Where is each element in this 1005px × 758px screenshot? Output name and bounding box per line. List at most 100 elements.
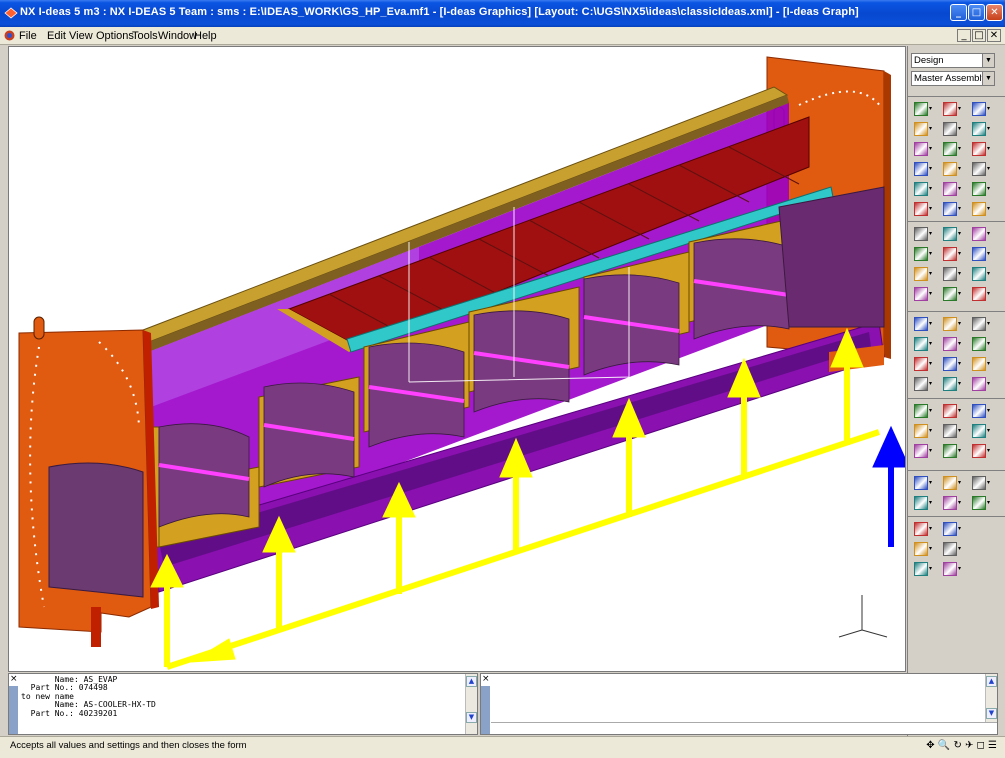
flyout-arrow-icon[interactable]: ▾: [929, 202, 934, 216]
view-control-icons[interactable]: ✥ 🔍 ↻ ✈ ◻ ☰: [926, 740, 997, 751]
flyout-arrow-icon[interactable]: ▾: [958, 542, 963, 556]
tool-button-icon[interactable]: [943, 377, 957, 391]
minimize-button[interactable]: _: [950, 4, 967, 21]
flyout-arrow-icon[interactable]: ▾: [958, 102, 963, 116]
flyout-arrow-icon[interactable]: ▾: [929, 337, 934, 351]
flyout-arrow-icon[interactable]: ▾: [987, 267, 992, 281]
menu-options[interactable]: Options: [96, 30, 134, 42]
command-scrollbar[interactable]: ▲ ▼: [985, 674, 997, 722]
flyout-arrow-icon[interactable]: ▾: [929, 562, 934, 576]
flyout-arrow-icon[interactable]: ▾: [987, 357, 992, 371]
flyout-arrow-icon[interactable]: ▾: [958, 122, 963, 136]
tool-button-icon[interactable]: [972, 267, 986, 281]
flyout-arrow-icon[interactable]: ▾: [958, 444, 963, 458]
tool-button-icon[interactable]: [914, 357, 928, 371]
tool-button-icon[interactable]: [943, 122, 957, 136]
flyout-arrow-icon[interactable]: ▾: [987, 377, 992, 391]
flyout-arrow-icon[interactable]: ▾: [987, 476, 992, 490]
flyout-arrow-icon[interactable]: ▾: [987, 337, 992, 351]
tool-button-icon[interactable]: [972, 357, 986, 371]
flyout-arrow-icon[interactable]: ▾: [958, 496, 963, 510]
panel-tab[interactable]: [9, 686, 18, 734]
flyout-arrow-icon[interactable]: ▾: [987, 182, 992, 196]
flyout-arrow-icon[interactable]: ▾: [929, 377, 934, 391]
tool-button-icon[interactable]: [943, 522, 957, 536]
tool-button-icon[interactable]: [972, 424, 986, 438]
scroll-up-button[interactable]: ▲: [986, 676, 997, 687]
tool-button-icon[interactable]: [914, 142, 928, 156]
tool-button-icon[interactable]: [914, 162, 928, 176]
flyout-arrow-icon[interactable]: ▾: [929, 357, 934, 371]
flyout-arrow-icon[interactable]: ▾: [929, 444, 934, 458]
flyout-arrow-icon[interactable]: ▾: [929, 424, 934, 438]
tool-button-icon[interactable]: [972, 202, 986, 216]
scroll-down-button[interactable]: ▼: [986, 708, 997, 719]
tool-button-icon[interactable]: [914, 287, 928, 301]
tool-button-icon[interactable]: [914, 377, 928, 391]
menu-window[interactable]: Window: [158, 30, 197, 42]
flyout-arrow-icon[interactable]: ▾: [958, 404, 963, 418]
tool-button-icon[interactable]: [972, 496, 986, 510]
scroll-down-button[interactable]: ▼: [466, 712, 477, 723]
scroll-up-button[interactable]: ▲: [466, 676, 477, 687]
flyout-arrow-icon[interactable]: ▾: [929, 476, 934, 490]
tool-button-icon[interactable]: [972, 142, 986, 156]
flyout-arrow-icon[interactable]: ▾: [929, 522, 934, 536]
flyout-arrow-icon[interactable]: ▾: [958, 377, 963, 391]
document-icon[interactable]: [3, 29, 16, 42]
tool-button-icon[interactable]: [972, 404, 986, 418]
flyout-arrow-icon[interactable]: ▾: [929, 162, 934, 176]
tool-button-icon[interactable]: [914, 102, 928, 116]
assembly-dropdown[interactable]: Master Assembly ▼: [911, 71, 995, 86]
flyout-arrow-icon[interactable]: ▾: [987, 496, 992, 510]
flyout-arrow-icon[interactable]: ▾: [987, 162, 992, 176]
flyout-arrow-icon[interactable]: ▾: [929, 227, 934, 241]
tool-button-icon[interactable]: [943, 247, 957, 261]
tool-button-icon[interactable]: [972, 287, 986, 301]
flyout-arrow-icon[interactable]: ▾: [987, 424, 992, 438]
mdi-minimize-button[interactable]: _: [957, 29, 971, 42]
flyout-arrow-icon[interactable]: ▾: [958, 424, 963, 438]
flyout-arrow-icon[interactable]: ▾: [929, 404, 934, 418]
tool-button-icon[interactable]: [972, 377, 986, 391]
tool-button-icon[interactable]: [972, 122, 986, 136]
tool-button-icon[interactable]: [943, 424, 957, 438]
output-scrollbar[interactable]: ▲ ▼: [465, 674, 477, 734]
close-icon[interactable]: ×: [10, 674, 18, 684]
flyout-arrow-icon[interactable]: ▾: [929, 287, 934, 301]
flyout-arrow-icon[interactable]: ▾: [958, 337, 963, 351]
flyout-arrow-icon[interactable]: ▾: [958, 162, 963, 176]
flyout-arrow-icon[interactable]: ▾: [987, 444, 992, 458]
tool-button-icon[interactable]: [943, 102, 957, 116]
flyout-arrow-icon[interactable]: ▾: [987, 247, 992, 261]
tool-button-icon[interactable]: [943, 317, 957, 331]
tool-button-icon[interactable]: [943, 542, 957, 556]
tool-button-icon[interactable]: [914, 496, 928, 510]
flyout-arrow-icon[interactable]: ▾: [958, 247, 963, 261]
tool-button-icon[interactable]: [972, 227, 986, 241]
tool-button-icon[interactable]: [943, 142, 957, 156]
tool-button-icon[interactable]: [943, 337, 957, 351]
tool-button-icon[interactable]: [914, 562, 928, 576]
tool-button-icon[interactable]: [943, 162, 957, 176]
tool-button-icon[interactable]: [914, 522, 928, 536]
flyout-arrow-icon[interactable]: ▾: [929, 182, 934, 196]
task-dropdown[interactable]: Design ▼: [911, 53, 995, 68]
tool-button-icon[interactable]: [914, 404, 928, 418]
flyout-arrow-icon[interactable]: ▾: [958, 267, 963, 281]
tool-button-icon[interactable]: [914, 317, 928, 331]
tool-button-icon[interactable]: [943, 202, 957, 216]
flyout-arrow-icon[interactable]: ▾: [958, 287, 963, 301]
tool-button-icon[interactable]: [943, 287, 957, 301]
flyout-arrow-icon[interactable]: ▾: [929, 247, 934, 261]
tool-button-icon[interactable]: [943, 444, 957, 458]
tool-button-icon[interactable]: [914, 424, 928, 438]
flyout-arrow-icon[interactable]: ▾: [987, 202, 992, 216]
tool-button-icon[interactable]: [972, 337, 986, 351]
tool-button-icon[interactable]: [943, 476, 957, 490]
tool-button-icon[interactable]: [914, 202, 928, 216]
tool-button-icon[interactable]: [943, 357, 957, 371]
flyout-arrow-icon[interactable]: ▾: [958, 182, 963, 196]
flyout-arrow-icon[interactable]: ▾: [958, 142, 963, 156]
tool-button-icon[interactable]: [943, 227, 957, 241]
